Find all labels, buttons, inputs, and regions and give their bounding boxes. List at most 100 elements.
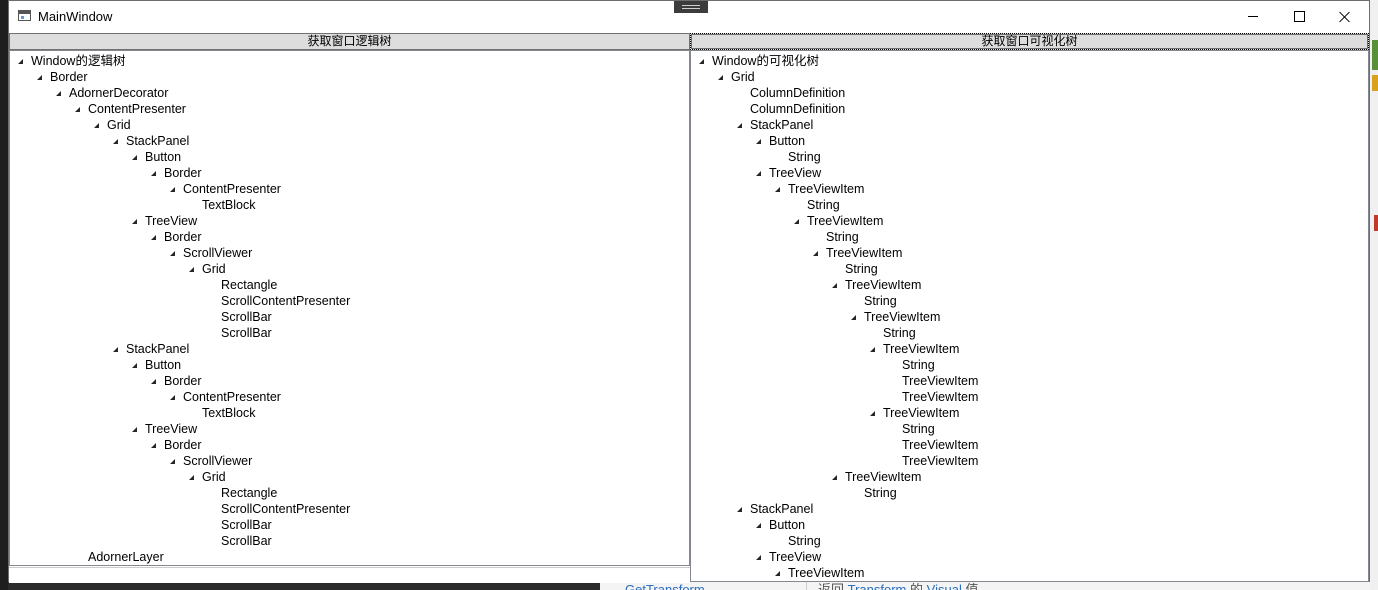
tree-node-label: StackPanel <box>750 118 814 132</box>
background-marker <box>1374 215 1378 231</box>
expand-arrow-icon[interactable] <box>94 123 99 128</box>
tree-node-label: Button <box>769 518 806 532</box>
title-bar[interactable]: MainWindow <box>9 1 1369 32</box>
tree-node-label: ColumnDefinition <box>750 86 846 100</box>
tree-node-label: String <box>902 358 935 372</box>
tree-node-label: String <box>845 262 878 276</box>
tree-node-label: Window的可视化树 <box>712 54 819 68</box>
tree-node-label: TreeViewItem <box>826 246 903 260</box>
expand-arrow-icon[interactable] <box>132 427 137 432</box>
expand-arrow-icon[interactable] <box>170 395 175 400</box>
tree-node-label: String <box>883 326 916 340</box>
tree-node-label: TreeViewItem <box>883 342 960 356</box>
expand-arrow-icon[interactable] <box>870 411 875 416</box>
tree-node-label: TreeViewItem <box>788 566 865 580</box>
tree-node-label: TreeViewItem <box>864 310 941 324</box>
tree-node-label: TreeViewItem <box>807 214 884 228</box>
tree-node-label: TreeViewItem <box>845 470 922 484</box>
expand-arrow-icon[interactable] <box>756 523 761 528</box>
expand-arrow-icon[interactable] <box>132 219 137 224</box>
tree-node-label: ContentPresenter <box>183 182 281 196</box>
tree-node-label: Window的逻辑树 <box>31 54 126 68</box>
tree-node-label: ScrollBar <box>221 326 272 340</box>
expand-arrow-icon[interactable] <box>75 107 80 112</box>
tree-node-label: AdornerLayer <box>88 550 164 564</box>
expand-arrow-icon[interactable] <box>851 315 856 320</box>
expand-arrow-icon[interactable] <box>699 59 704 64</box>
background-marker <box>1372 75 1378 91</box>
expand-arrow-icon[interactable] <box>775 571 780 576</box>
close-icon <box>1339 11 1351 23</box>
tree-node-label: TreeView <box>769 166 822 180</box>
tree-node-label: TreeViewItem <box>902 454 979 468</box>
tree-node-label: Border <box>164 438 202 452</box>
background-editor-strip <box>0 0 8 590</box>
expand-arrow-icon[interactable] <box>113 347 118 352</box>
tree-node-label: TreeViewItem <box>845 278 922 292</box>
expand-arrow-icon[interactable] <box>813 251 818 256</box>
minimize-icon <box>1248 16 1258 17</box>
expand-arrow-icon[interactable] <box>170 251 175 256</box>
expand-arrow-icon[interactable] <box>756 139 761 144</box>
get-visual-tree-button[interactable]: 获取窗口可视化树 <box>690 33 1369 50</box>
tree-node-label: ContentPresenter <box>88 102 186 116</box>
tree-node-label: TextBlock <box>202 406 256 420</box>
visual-tree-view[interactable]: Window的可视化树 Grid ColumnDefinition ColumnDef… <box>690 50 1369 582</box>
expand-arrow-icon[interactable] <box>18 59 23 64</box>
tree-node-label: ContentPresenter <box>183 390 281 404</box>
expand-arrow-icon[interactable] <box>832 475 837 480</box>
minimize-button[interactable] <box>1230 1 1276 32</box>
expand-arrow-icon[interactable] <box>832 283 837 288</box>
expand-arrow-icon[interactable] <box>189 267 194 272</box>
expand-arrow-icon[interactable] <box>189 475 194 480</box>
expand-arrow-icon[interactable] <box>870 347 875 352</box>
tree-node-label: Border <box>50 70 88 84</box>
tree-node-label: String <box>807 198 840 212</box>
tree-node-label: String <box>864 486 897 500</box>
tree-node-label: AdornerDecorator <box>69 86 169 100</box>
background-doc-text: 返回 Transform 的 Visual 值 <box>818 582 979 590</box>
expand-arrow-icon[interactable] <box>37 75 42 80</box>
tree-node-label: TreeViewItem <box>902 390 979 404</box>
logical-tree-view[interactable]: Window的逻辑树 Border AdornerDecorator ContentP… <box>9 50 690 566</box>
tree-node-label: String <box>788 150 821 164</box>
expand-arrow-icon[interactable] <box>170 187 175 192</box>
expand-arrow-icon[interactable] <box>756 171 761 176</box>
tree-node-label: StackPanel <box>126 342 190 356</box>
tree-node-label: StackPanel <box>750 502 814 516</box>
background-doc-link: GetTransform <box>625 582 705 590</box>
expand-arrow-icon[interactable] <box>151 379 156 384</box>
get-logical-tree-button[interactable]: 获取窗口逻辑树 <box>9 33 690 50</box>
expand-arrow-icon[interactable] <box>151 235 156 240</box>
expand-arrow-icon[interactable] <box>737 123 742 128</box>
tree-node-label: String <box>864 294 897 308</box>
close-button[interactable] <box>1322 1 1368 32</box>
expand-arrow-icon[interactable] <box>132 363 137 368</box>
expand-arrow-icon[interactable] <box>151 443 156 448</box>
expand-arrow-icon[interactable] <box>756 555 761 560</box>
tree-node-label: Grid <box>731 70 755 84</box>
drag-handle-icon[interactable] <box>674 1 708 13</box>
tree-node-label: Button <box>145 358 182 372</box>
tree-node-label: String <box>826 230 859 244</box>
tree-node-label: ScrollBar <box>221 518 272 532</box>
tree-node-label: TreeViewItem <box>902 374 979 388</box>
expand-arrow-icon[interactable] <box>170 459 175 464</box>
expand-arrow-icon[interactable] <box>151 171 156 176</box>
tree-node-label: ScrollViewer <box>183 246 253 260</box>
tree-node-label: ScrollBar <box>221 534 272 548</box>
expand-arrow-icon[interactable] <box>132 155 137 160</box>
expand-arrow-icon[interactable] <box>56 91 61 96</box>
expand-arrow-icon[interactable] <box>775 187 780 192</box>
tree-node-label: Rectangle <box>221 486 278 500</box>
expand-arrow-icon[interactable] <box>794 219 799 224</box>
tree-node-label: Grid <box>202 470 226 484</box>
maximize-button[interactable] <box>1276 1 1322 32</box>
tree-node-label: String <box>902 422 935 436</box>
bottom-strip <box>9 567 690 583</box>
expand-arrow-icon[interactable] <box>113 139 118 144</box>
background-app-strip <box>1370 0 1378 590</box>
tree-node-label: TreeView <box>145 214 198 228</box>
expand-arrow-icon[interactable] <box>718 75 723 80</box>
expand-arrow-icon[interactable] <box>737 507 742 512</box>
